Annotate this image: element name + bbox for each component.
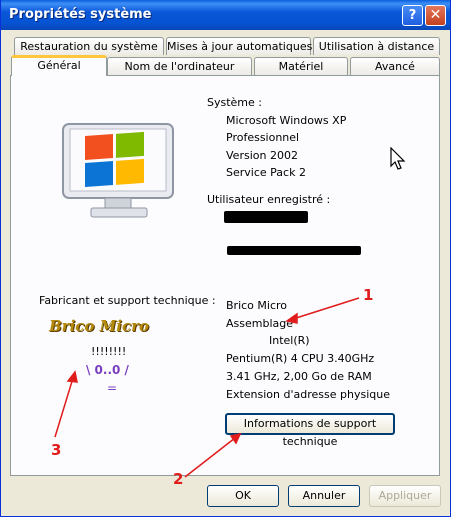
apply-button: Appliquer bbox=[369, 485, 441, 507]
tab-nom-ordinateur[interactable]: Nom de l'ordinateur bbox=[107, 57, 252, 75]
registered-user-heading: Utilisateur enregistré : bbox=[207, 193, 331, 206]
tab-general[interactable]: Général bbox=[11, 55, 107, 76]
ascii-art-line1: !!!!!!!! bbox=[91, 345, 127, 358]
manufacturer-name: Brico Micro bbox=[226, 299, 288, 312]
windows-monitor-icon bbox=[62, 123, 174, 218]
os-name: Microsoft Windows XP bbox=[226, 114, 347, 127]
help-icon[interactable]: ? bbox=[402, 5, 423, 26]
system-properties-window: Propriétés système ? ✕ Restauration du s… bbox=[0, 0, 451, 517]
tab-utilisation-distance[interactable]: Utilisation à distance bbox=[313, 37, 440, 55]
cancel-button[interactable]: Annuler bbox=[288, 485, 360, 507]
os-edition: Professionnel bbox=[226, 131, 300, 144]
manufacturer-heading: Fabricant et support technique : bbox=[39, 294, 216, 307]
window-title: Propriétés système bbox=[9, 7, 152, 22]
cpu-model: Pentium(R) 4 CPU 3.40GHz bbox=[226, 352, 375, 365]
redacted-user-name bbox=[224, 211, 308, 223]
system-heading: Système : bbox=[207, 96, 262, 109]
support-info-button[interactable]: Informations de support technique bbox=[225, 413, 395, 448]
service-pack: Service Pack 2 bbox=[226, 166, 306, 179]
ascii-art-line2: \ 0..0 / bbox=[86, 363, 129, 377]
cpu-vendor: Intel(R) bbox=[269, 334, 310, 347]
cpu-speed-ram: 3.41 GHz, 2,00 Go de RAM bbox=[226, 370, 372, 383]
annotation-3: 3 bbox=[51, 441, 62, 459]
ok-button[interactable]: OK bbox=[207, 485, 279, 507]
tab-restauration[interactable]: Restauration du système bbox=[14, 37, 164, 55]
tab-materiel[interactable]: Matériel bbox=[254, 57, 348, 75]
annotation-1: 1 bbox=[363, 286, 374, 304]
annotation-2: 2 bbox=[173, 470, 184, 488]
pae-status: Extension d'adresse physique bbox=[226, 388, 390, 401]
tab-mises-a-jour[interactable]: Mises à jour automatiques bbox=[166, 37, 312, 55]
mouse-cursor-icon bbox=[390, 147, 406, 170]
manufacturer-logo: Brico Micro bbox=[49, 317, 149, 335]
title-bar[interactable]: Propriétés système ? ✕ bbox=[1, 0, 450, 30]
ascii-art-line3: = bbox=[107, 381, 118, 395]
tab-avance[interactable]: Avancé bbox=[350, 57, 440, 75]
close-icon[interactable]: ✕ bbox=[425, 5, 446, 26]
redacted-product-id bbox=[227, 246, 361, 255]
os-version: Version 2002 bbox=[226, 149, 298, 162]
manufacturer-model: Assemblage bbox=[226, 317, 293, 330]
